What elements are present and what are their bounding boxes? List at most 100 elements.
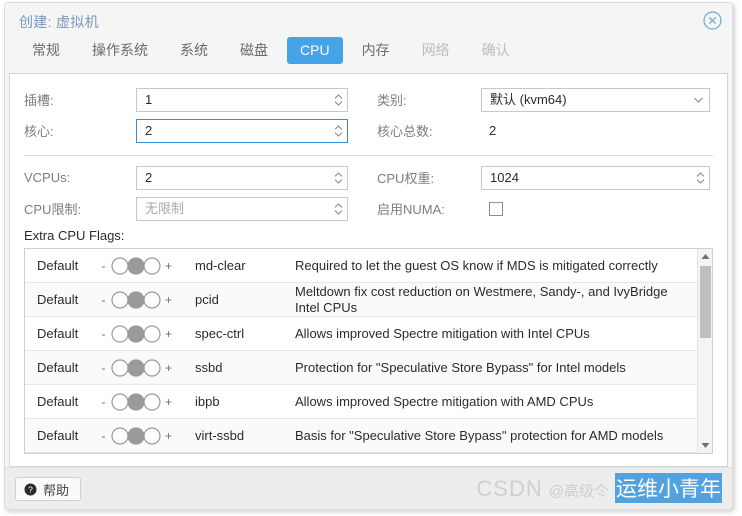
dialog-titlebar: 创建: 虚拟机 [5, 3, 732, 37]
cpu-limit-input[interactable]: 无限制 [136, 196, 348, 221]
csdn-watermark: CSDN @高级仒 运维小青年 [476, 473, 722, 503]
help-button[interactable]: ? 帮助 [15, 477, 82, 501]
plus-label[interactable]: + [164, 395, 173, 409]
numa-checkbox[interactable] [489, 201, 503, 216]
cpu-units-input[interactable]: 1024 [481, 165, 710, 190]
minus-label[interactable]: - [99, 361, 108, 375]
cpu-form: 插槽: 1 类别: 默认 (kvm64) 核心: 2 核心总数: 2 VCPUs… [10, 74, 727, 224]
field-vcpus: VCPUs: 2 [10, 165, 377, 190]
field-numa: 启用NUMA: [377, 199, 727, 218]
create-vm-dialog: 创建: 虚拟机 常规 操作系统 系统 磁盘 CPU 内存 网络 确认 插槽: 1… [4, 2, 733, 510]
plus-label[interactable]: + [164, 361, 173, 375]
field-sockets: 插槽: 1 [10, 87, 377, 112]
plus-label[interactable]: + [164, 259, 173, 273]
tristate-control[interactable]: - + [99, 358, 173, 378]
chevron-down-icon[interactable] [687, 89, 709, 111]
flags-scrollbar[interactable] [697, 249, 712, 453]
tab-confirm: 确认 [481, 42, 510, 58]
table-row[interactable]: Default - + [25, 385, 697, 419]
flag-name: virt-ssbd [195, 428, 245, 443]
flag-tristate[interactable]: - + [95, 426, 195, 446]
flag-tristate[interactable]: - + [95, 392, 195, 412]
tab-system[interactable]: 系统 [167, 37, 221, 64]
screen: 创建: 虚拟机 常规 操作系统 系统 磁盘 CPU 内存 网络 确认 插槽: 1… [0, 0, 742, 516]
cpu-type-value: 默认 (kvm64) [490, 91, 567, 107]
field-cpu-limit: CPU限制: 无限制 [10, 196, 377, 221]
tab-disks[interactable]: 磁盘 [227, 37, 281, 64]
plus-label[interactable]: + [164, 293, 173, 307]
close-icon[interactable] [703, 11, 722, 30]
form-row-cores-total: 核心: 2 核心总数: 2 [10, 115, 727, 146]
flag-name: spec-ctrl [195, 326, 245, 341]
field-cpu-units: CPU权重: 1024 [377, 165, 727, 190]
tab-cpu[interactable]: CPU [287, 37, 343, 64]
table-row[interactable]: Default - + [25, 317, 697, 351]
minus-label[interactable]: - [99, 395, 108, 409]
vcpus-label: VCPUs: [24, 170, 71, 185]
flag-state: Default [37, 292, 79, 307]
numa-label: 启用NUMA: [377, 202, 445, 217]
scrollbar-thumb[interactable] [700, 266, 711, 338]
tristate-control[interactable]: - + [99, 256, 173, 276]
minus-label[interactable]: - [99, 293, 108, 307]
flag-tristate[interactable]: - + [95, 256, 195, 276]
tristate-control[interactable]: - + [99, 426, 173, 446]
field-cpu-type: 类别: 默认 (kvm64) [377, 87, 727, 112]
flag-name: ibpb [195, 394, 220, 409]
extra-cpu-flags-table: Default - + md-clear Required to let the… [24, 248, 713, 454]
flag-state: Default [37, 360, 79, 375]
flag-state: Default [37, 394, 79, 409]
cpu-type-select[interactable]: 默认 (kvm64) [481, 87, 710, 112]
minus-label[interactable]: - [99, 259, 108, 273]
flag-state: Default [37, 258, 79, 273]
cpu-limit-label: CPU限制: [24, 202, 82, 217]
tristate-control[interactable]: - + [99, 324, 173, 344]
tab-network: 网络 [421, 42, 450, 58]
tab-general[interactable]: 常规 [19, 37, 73, 64]
form-divider [24, 155, 713, 156]
tristate-control[interactable]: - + [99, 392, 173, 412]
flag-tristate[interactable]: - + [95, 358, 195, 378]
scroll-up-icon[interactable] [698, 249, 712, 264]
flag-tristate[interactable]: - + [95, 290, 195, 310]
flag-description: Protection for "Speculative Store Bypass… [295, 359, 626, 375]
flag-name: ssbd [195, 360, 223, 375]
table-row[interactable]: Default - + [25, 351, 697, 385]
cores-stepper[interactable] [329, 120, 347, 142]
flags-rows: Default - + md-clear Required to let the… [25, 249, 697, 453]
scroll-down-icon[interactable] [698, 438, 712, 453]
flag-state: Default [37, 428, 79, 443]
cpu-settings-panel: 插槽: 1 类别: 默认 (kvm64) 核心: 2 核心总数: 2 VCPUs… [9, 73, 728, 467]
sockets-value: 1 [145, 91, 153, 107]
cpu-units-stepper[interactable] [691, 167, 709, 189]
minus-label[interactable]: - [99, 429, 108, 443]
table-row[interactable]: Default - + [25, 249, 697, 283]
table-row[interactable]: Default - + [25, 283, 697, 317]
vcpus-value: 2 [145, 169, 153, 185]
wizard-tabs: 常规 操作系统 系统 磁盘 CPU 内存 网络 确认 [5, 37, 732, 71]
flag-description: Required to let the guest OS know if MDS… [295, 257, 658, 273]
total-cores-label: 核心总数: [377, 124, 433, 139]
sockets-input[interactable]: 1 [136, 87, 348, 112]
vcpus-input[interactable]: 2 [136, 165, 348, 190]
flag-description: Allows improved Spectre mitigation with … [295, 393, 594, 409]
table-row[interactable]: Default - + [25, 419, 697, 453]
sockets-stepper[interactable] [329, 89, 347, 111]
cores-value: 2 [145, 122, 153, 138]
tab-memory[interactable]: 内存 [349, 37, 403, 64]
flag-name: md-clear [195, 258, 246, 273]
total-cores-value: 2 [489, 123, 497, 138]
minus-label[interactable]: - [99, 327, 108, 341]
cpu-units-label: CPU权重: [377, 171, 435, 186]
cores-input[interactable]: 2 [136, 118, 348, 143]
tristate-control[interactable]: - + [99, 290, 173, 310]
vcpus-stepper[interactable] [329, 167, 347, 189]
dialog-footer: ? 帮助 CSDN @高级仒 运维小青年 [5, 467, 732, 509]
flag-tristate[interactable]: - + [95, 324, 195, 344]
tab-os[interactable]: 操作系统 [79, 37, 161, 64]
cpu-limit-stepper[interactable] [329, 198, 347, 220]
flag-description: Allows improved Spectre mitigation with … [295, 325, 590, 341]
flag-name: pcid [195, 292, 219, 307]
plus-label[interactable]: + [164, 429, 173, 443]
plus-label[interactable]: + [164, 327, 173, 341]
